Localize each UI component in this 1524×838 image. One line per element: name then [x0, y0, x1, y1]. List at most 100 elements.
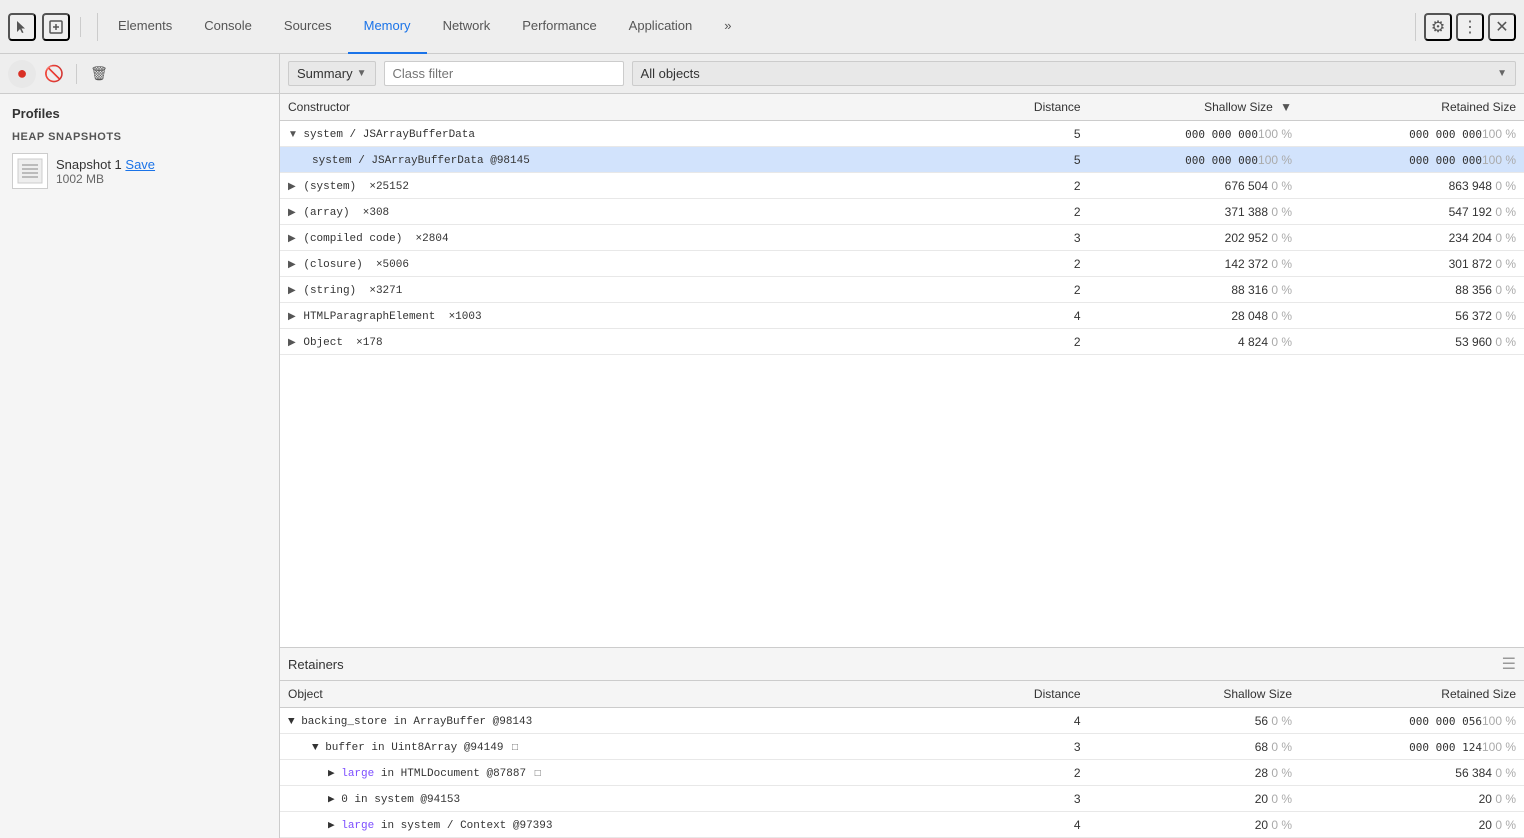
- ret-retained-header[interactable]: Retained Size: [1300, 681, 1524, 708]
- distance-cell: 2: [964, 199, 1088, 225]
- retainers-header: Retainers ☰: [280, 647, 1524, 681]
- constructor-cell: ▶ (closure) ×5006: [280, 251, 964, 277]
- expand-arrow-icon[interactable]: ▶: [288, 259, 300, 270]
- constructor-cell: system / JSArrayBufferData @98145: [280, 147, 964, 173]
- cursor-icon[interactable]: [8, 13, 36, 41]
- table-row[interactable]: ▼ buffer in Uint8Array @94149 □ 3 68 0 %…: [280, 734, 1524, 760]
- retained-cell: 000 000 000100 %: [1300, 147, 1524, 173]
- sort-arrow-icon: ▼: [1280, 100, 1292, 114]
- retainers-table: Object Distance Shallow Size Retained Si…: [280, 681, 1524, 838]
- ret-distance-cell: 4: [964, 812, 1088, 838]
- retainers-table-body: ▼ backing_store in ArrayBuffer @98143 4 …: [280, 708, 1524, 838]
- all-objects-chevron-icon: ▼: [1497, 68, 1507, 79]
- distance-cell: 5: [964, 147, 1088, 173]
- retainers-header-row: Object Distance Shallow Size Retained Si…: [280, 681, 1524, 708]
- tab-memory[interactable]: Memory: [348, 0, 427, 54]
- tab-network[interactable]: Network: [427, 0, 507, 54]
- retained-size-header[interactable]: Retained Size: [1300, 94, 1524, 121]
- summary-select[interactable]: Summary ▼: [288, 61, 376, 86]
- more-options-icon[interactable]: ⋮: [1456, 13, 1484, 41]
- snapshot-icon: [12, 153, 48, 189]
- expand-arrow-icon[interactable]: ▶: [288, 311, 300, 322]
- expand-arrow-icon[interactable]: ▶: [288, 337, 300, 348]
- large-link-2[interactable]: large: [341, 820, 374, 832]
- all-objects-select[interactable]: All objects ▼: [632, 61, 1516, 86]
- expand-arrow-icon[interactable]: ▼: [288, 129, 300, 140]
- tab-elements[interactable]: Elements: [102, 0, 188, 54]
- table-row[interactable]: ▶ (array) ×308 2 371 388 0 % 547 192 0 %: [280, 199, 1524, 225]
- ret-distance-cell: 3: [964, 786, 1088, 812]
- large-link-1[interactable]: large: [341, 768, 374, 780]
- table-row[interactable]: ▼ backing_store in ArrayBuffer @98143 4 …: [280, 708, 1524, 734]
- table-row[interactable]: ▶ (string) ×3271 2 88 316 0 % 88 356 0 %: [280, 277, 1524, 303]
- table-row[interactable]: system / JSArrayBufferData @98145 5 000 …: [280, 147, 1524, 173]
- ret-shallow-cell: 20 0 %: [1089, 812, 1300, 838]
- close-icon[interactable]: ✕: [1488, 13, 1516, 41]
- object-cell: ▶ large in system / Context @97393: [280, 812, 964, 838]
- content-panel: Summary ▼ All objects ▼ Constructor Dist…: [280, 54, 1524, 838]
- clear-button[interactable]: 🚫: [40, 60, 68, 88]
- tab-more[interactable]: »: [708, 0, 747, 54]
- distance-cell: 3: [964, 225, 1088, 251]
- table-row[interactable]: ▶ 0 in system @94153 3 20 0 % 20 0 %: [280, 786, 1524, 812]
- tab-console[interactable]: Console: [188, 0, 268, 54]
- shallow-cell: 371 388 0 %: [1089, 199, 1300, 225]
- heap-table-body: ▼ system / JSArrayBufferData 5 000 000 0…: [280, 121, 1524, 355]
- expand-arrow-icon[interactable]: ▶: [288, 181, 300, 192]
- ret-shallow-header[interactable]: Shallow Size: [1089, 681, 1300, 708]
- tab-application[interactable]: Application: [613, 0, 709, 54]
- distance-cell: 2: [964, 329, 1088, 355]
- shallow-size-header[interactable]: Shallow Size ▼: [1089, 94, 1300, 121]
- retainers-menu-icon[interactable]: ☰: [1502, 654, 1516, 674]
- ret-retained-cell: 20 0 %: [1300, 786, 1524, 812]
- settings-icon[interactable]: ⚙: [1424, 13, 1452, 41]
- table-row[interactable]: ▶ (compiled code) ×2804 3 202 952 0 % 23…: [280, 225, 1524, 251]
- shallow-cell: 202 952 0 %: [1089, 225, 1300, 251]
- class-filter-input[interactable]: [384, 61, 624, 86]
- table-row[interactable]: ▶ large in HTMLDocument @87887 □ 2 28 0 …: [280, 760, 1524, 786]
- expand-arrow-icon[interactable]: ▶: [288, 233, 300, 244]
- shallow-cell: 676 504 0 %: [1089, 173, 1300, 199]
- ret-distance-header[interactable]: Distance: [964, 681, 1088, 708]
- retainers-container: Object Distance Shallow Size Retained Si…: [280, 681, 1524, 838]
- constructor-header[interactable]: Constructor: [280, 94, 964, 121]
- constructor-cell: ▶ (compiled code) ×2804: [280, 225, 964, 251]
- shallow-cell: 28 048 0 %: [1089, 303, 1300, 329]
- table-row[interactable]: ▶ (system) ×25152 2 676 504 0 % 863 948 …: [280, 173, 1524, 199]
- table-row[interactable]: ▶ large in system / Context @97393 4 20 …: [280, 812, 1524, 838]
- tab-performance[interactable]: Performance: [506, 0, 612, 54]
- delete-button[interactable]: 🗑: [85, 60, 113, 88]
- nav-tabs: Elements Console Sources Memory Network …: [102, 0, 1415, 54]
- table-row[interactable]: ▶ Object ×178 2 4 824 0 % 53 960 0 %: [280, 329, 1524, 355]
- table-row[interactable]: ▶ HTMLParagraphElement ×1003 4 28 048 0 …: [280, 303, 1524, 329]
- table-row[interactable]: ▼ system / JSArrayBufferData 5 000 000 0…: [280, 121, 1524, 147]
- main-layout: ● 🚫 🗑 Profiles HEAP SNAPSHOTS Snapshot 1: [0, 54, 1524, 838]
- constructor-cell: ▶ (array) ×308: [280, 199, 964, 225]
- shallow-cell: 4 824 0 %: [1089, 329, 1300, 355]
- tab-sources[interactable]: Sources: [268, 0, 348, 54]
- object-cell: ▼ backing_store in ArrayBuffer @98143: [280, 708, 964, 734]
- distance-cell: 2: [964, 173, 1088, 199]
- distance-cell: 2: [964, 277, 1088, 303]
- main-table-container: Constructor Distance Shallow Size ▼ Reta…: [280, 94, 1524, 647]
- shallow-cell: 88 316 0 %: [1089, 277, 1300, 303]
- shallow-cell: 142 372 0 %: [1089, 251, 1300, 277]
- distance-header[interactable]: Distance: [964, 94, 1088, 121]
- save-link[interactable]: Save: [125, 157, 155, 172]
- panel-toolbar: Summary ▼ All objects ▼: [280, 54, 1524, 94]
- distance-cell: 4: [964, 303, 1088, 329]
- distance-cell: 2: [964, 251, 1088, 277]
- expand-arrow-icon[interactable]: ▶: [288, 285, 300, 296]
- snapshot-info: Snapshot 1 Save 1002 MB: [56, 157, 155, 186]
- retained-cell: 234 204 0 %: [1300, 225, 1524, 251]
- table-row[interactable]: ▶ (closure) ×5006 2 142 372 0 % 301 872 …: [280, 251, 1524, 277]
- heap-snapshots-label: HEAP SNAPSHOTS: [0, 127, 279, 147]
- ret-shallow-cell: 68 0 %: [1089, 734, 1300, 760]
- record-button[interactable]: ●: [8, 60, 36, 88]
- expand-arrow-icon[interactable]: ▶: [288, 207, 300, 218]
- inspect-icon[interactable]: [42, 13, 70, 41]
- snapshot-item[interactable]: Snapshot 1 Save 1002 MB: [0, 147, 279, 195]
- constructor-cell: ▶ (string) ×3271: [280, 277, 964, 303]
- object-header[interactable]: Object: [280, 681, 964, 708]
- object-cell: ▼ buffer in Uint8Array @94149 □: [280, 734, 964, 760]
